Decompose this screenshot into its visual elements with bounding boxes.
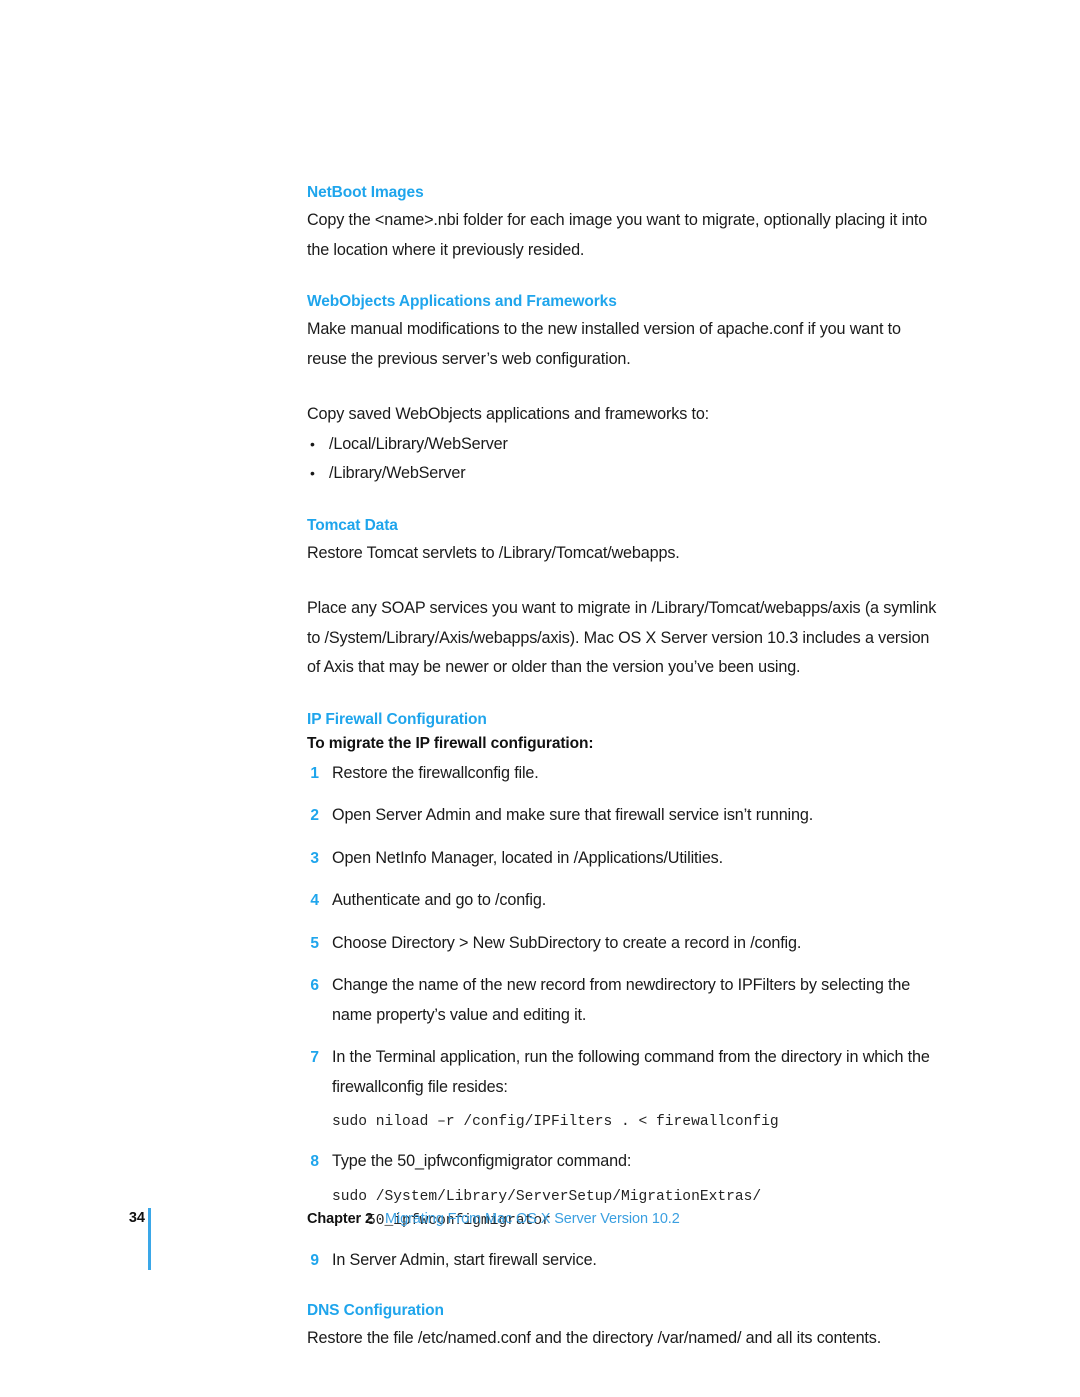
footer-chapter-label: Chapter 2 — [307, 1211, 373, 1227]
step-number: 8 — [310, 1153, 319, 1170]
step-item: 5 Choose Directory > New SubDirectory to… — [307, 929, 939, 959]
step-text: Open NetInfo Manager, located in /Applic… — [332, 848, 723, 867]
step-item: 4 Authenticate and go to /config. — [307, 886, 939, 916]
step-number: 5 — [310, 934, 319, 952]
step-item: 7 In the Terminal application, run the f… — [307, 1043, 939, 1134]
footer-page-number: 34 — [128, 1210, 145, 1226]
step-text: Open Server Admin and make sure that fir… — [332, 806, 814, 824]
step-number: 3 — [310, 849, 319, 867]
list-item: /Library/WebServer — [307, 459, 939, 489]
step-text: Change the name of the new record from n… — [332, 976, 911, 1024]
step-text: Type the 50_ipfwconfigmigrator command: — [332, 1152, 632, 1170]
paragraph-tomcat-restore: Restore Tomcat servlets to /Library/Tomc… — [307, 543, 680, 562]
page-content: NetBoot Images Copy the <name>.nbi folde… — [307, 182, 939, 1354]
page-footer: 34 Chapter 2 Migrating From Mac OS X Ser… — [0, 1196, 1080, 1306]
step-text: Choose Directory > New SubDirectory to c… — [332, 933, 802, 952]
step-number: 2 — [310, 807, 319, 824]
footer-chapter-title: Migrating From Mac OS X Server Version 1… — [385, 1211, 680, 1227]
paragraph-netboot-images: Copy the <name>.nbi folder for each imag… — [307, 211, 928, 259]
step-text: In the Terminal application, run the fol… — [332, 1048, 930, 1096]
section-heading-tomcat-data: Tomcat Data — [307, 516, 398, 534]
section-heading-webobjects: WebObjects Applications and Frameworks — [307, 293, 617, 310]
code-block-niload-command: sudo niload –r /config/IPFilters . < fir… — [332, 1114, 779, 1130]
step-number: 1 — [310, 764, 319, 782]
step-number: 7 — [310, 1049, 319, 1066]
footer-divider-rule — [148, 1208, 151, 1270]
paragraph-tomcat-soap: Place any SOAP services you want to migr… — [307, 599, 937, 676]
step-item: 3 Open NetInfo Manager, located in /Appl… — [307, 844, 939, 874]
step-item: 1 Restore the firewallconfig file. — [307, 759, 939, 789]
step-number: 6 — [310, 977, 319, 994]
step-text: Authenticate and go to /config. — [332, 891, 547, 909]
step-item: 2 Open Server Admin and make sure that f… — [307, 801, 939, 831]
document-page: NetBoot Images Copy the <name>.nbi folde… — [0, 0, 1080, 1397]
list-item: /Local/Library/WebServer — [307, 430, 939, 460]
section-heading-ip-firewall-configuration: IP Firewall Configuration — [307, 710, 487, 728]
step-item: 6 Change the name of the new record from… — [307, 971, 939, 1030]
paragraph-webobjects-intro: Make manual modifications to the new ins… — [307, 320, 901, 368]
subheading-migrate-ip-firewall: To migrate the IP firewall configuration… — [307, 734, 594, 752]
step-text: Restore the firewallconfig file. — [332, 763, 539, 782]
section-heading-netboot-images: NetBoot Images — [307, 184, 424, 201]
bullet-list-webobjects-paths: /Local/Library/WebServer /Library/WebSer… — [307, 430, 939, 489]
step-number: 4 — [310, 892, 319, 909]
paragraph-dns-configuration: Restore the file /etc/named.conf and the… — [307, 1329, 882, 1347]
paragraph-webobjects-copy: Copy saved WebObjects applications and f… — [307, 405, 710, 423]
